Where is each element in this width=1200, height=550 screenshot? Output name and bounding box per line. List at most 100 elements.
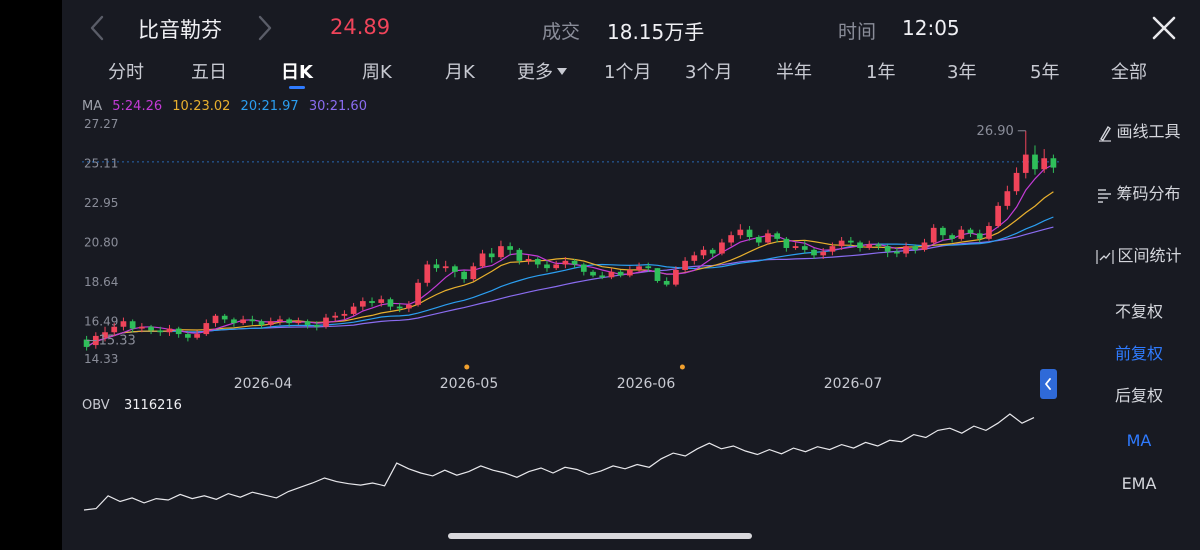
date-axis-label: 2026-04 bbox=[234, 376, 293, 392]
candle-body bbox=[995, 205, 1002, 227]
candle-body bbox=[562, 260, 569, 265]
candle-body bbox=[719, 242, 725, 254]
ma20-value: 20:21.97 bbox=[240, 99, 299, 114]
candle-body bbox=[682, 260, 688, 270]
candle-body bbox=[1004, 191, 1011, 206]
chevron-left-icon bbox=[1045, 378, 1051, 390]
forward-adjust-option[interactable]: 前复权 bbox=[1078, 340, 1200, 364]
candle-body bbox=[626, 269, 633, 276]
tab-1-year[interactable]: 1年 bbox=[866, 58, 895, 84]
candle-body bbox=[958, 229, 965, 239]
candle-body bbox=[746, 229, 753, 238]
active-tab-indicator bbox=[289, 86, 305, 89]
candle-body bbox=[894, 251, 900, 254]
chevron-right-icon[interactable] bbox=[254, 14, 276, 42]
candle-body bbox=[525, 258, 532, 261]
candle-body bbox=[470, 266, 477, 280]
ma30-value: 30:21.60 bbox=[308, 99, 367, 114]
candle-body bbox=[507, 246, 514, 250]
candle-body bbox=[967, 229, 974, 234]
candle-body bbox=[866, 244, 873, 248]
chevron-left-icon[interactable] bbox=[86, 14, 108, 42]
candle-body bbox=[461, 271, 467, 280]
candle-body bbox=[820, 251, 827, 256]
candle-body bbox=[571, 260, 578, 265]
current-price: 24.89 bbox=[330, 15, 391, 39]
tab-five-day[interactable]: 五日 bbox=[191, 58, 227, 84]
candle-body bbox=[663, 280, 670, 285]
obv-line bbox=[83, 413, 1035, 511]
tab-3-month[interactable]: 3个月 bbox=[685, 58, 732, 84]
chip-distribution-button[interactable]: 筹码分布 bbox=[1078, 180, 1200, 204]
candle-body bbox=[424, 264, 431, 283]
backward-adjust-option[interactable]: 后复权 bbox=[1078, 382, 1200, 406]
ma-legend: MA 5:24.26 10:23.02 20:21.97 30:21.60 bbox=[82, 99, 373, 114]
candle-body bbox=[323, 317, 329, 327]
candle-body bbox=[544, 264, 550, 269]
candle-body bbox=[433, 264, 440, 269]
candle-body bbox=[930, 227, 937, 243]
candle-body bbox=[792, 246, 799, 248]
collapse-panel-button[interactable] bbox=[1040, 369, 1057, 399]
tab-5-year[interactable]: 5年 bbox=[1030, 58, 1059, 84]
time-value: 12:05 bbox=[902, 16, 960, 40]
volume-label: 成交 bbox=[542, 21, 581, 43]
tab-intraday[interactable]: 分时 bbox=[108, 58, 144, 84]
obv-chart[interactable] bbox=[62, 410, 1072, 520]
candle-body bbox=[986, 226, 992, 239]
tab-daily-k[interactable]: 日K bbox=[281, 58, 313, 84]
draw-tools-button[interactable]: 画线工具 bbox=[1078, 118, 1200, 142]
candle-body bbox=[258, 321, 265, 325]
candle-body bbox=[755, 237, 762, 243]
candle-body bbox=[175, 328, 182, 335]
candle-body bbox=[350, 306, 357, 314]
candle-body bbox=[120, 321, 127, 327]
draw-tools-label: 画线工具 bbox=[1116, 122, 1181, 141]
ma10-value: 10:23.02 bbox=[172, 99, 231, 114]
interval-stats-button[interactable]: 区间统计 bbox=[1078, 242, 1200, 266]
candle-body bbox=[912, 246, 919, 250]
caret-down-icon bbox=[557, 67, 567, 75]
candle-body bbox=[452, 266, 458, 272]
candle-body bbox=[875, 244, 882, 247]
candle-body bbox=[341, 313, 348, 316]
candle-body bbox=[976, 233, 983, 239]
home-indicator bbox=[448, 533, 752, 539]
candle-body bbox=[599, 275, 606, 278]
tab-more[interactable]: 更多 bbox=[517, 58, 567, 84]
tab-1-month[interactable]: 1个月 bbox=[604, 58, 651, 84]
candle-body bbox=[811, 249, 817, 256]
candle-body bbox=[940, 227, 946, 236]
stock-chart-screen: 比音勒芬 24.89 成交 18.15万手 时间 12:05 分时 五日 日K … bbox=[62, 0, 1200, 550]
candle-body bbox=[700, 249, 707, 256]
price-tick-label: 20.80 bbox=[84, 236, 118, 250]
interval-stats-label: 区间统计 bbox=[1117, 246, 1182, 265]
tab-3-year[interactable]: 3年 bbox=[947, 58, 976, 84]
candle-body bbox=[553, 264, 560, 269]
candle-body bbox=[654, 268, 661, 281]
candle-body bbox=[396, 306, 403, 309]
candle-body bbox=[691, 255, 698, 261]
candle-body bbox=[138, 326, 145, 329]
candle-body bbox=[406, 304, 412, 309]
candle-body bbox=[369, 301, 375, 303]
candle-body bbox=[949, 235, 955, 239]
no-adjust-option[interactable]: 不复权 bbox=[1078, 298, 1200, 322]
candle-body bbox=[1041, 158, 1048, 170]
candlestick-chart[interactable]: 27.27 25.11 22.95 20.80 18.64 16.49 14.33 26.90… bbox=[62, 114, 1072, 404]
tab-monthly-k[interactable]: 月K bbox=[445, 58, 475, 84]
candle-body bbox=[157, 330, 164, 333]
candle-body bbox=[921, 242, 928, 250]
candle-body bbox=[249, 319, 256, 322]
candle-body bbox=[313, 324, 320, 327]
candle-body bbox=[194, 334, 200, 338]
ma-indicator-option[interactable]: MA bbox=[1078, 431, 1200, 450]
candle-body bbox=[286, 319, 293, 324]
ema-indicator-option[interactable]: EMA bbox=[1078, 474, 1200, 493]
candle-body bbox=[608, 271, 615, 278]
candle-body bbox=[1013, 172, 1020, 192]
candle-body bbox=[709, 249, 716, 254]
tab-half-year[interactable]: 半年 bbox=[776, 58, 812, 84]
tab-weekly-k[interactable]: 周K bbox=[362, 58, 392, 84]
candle-body bbox=[1032, 154, 1038, 170]
